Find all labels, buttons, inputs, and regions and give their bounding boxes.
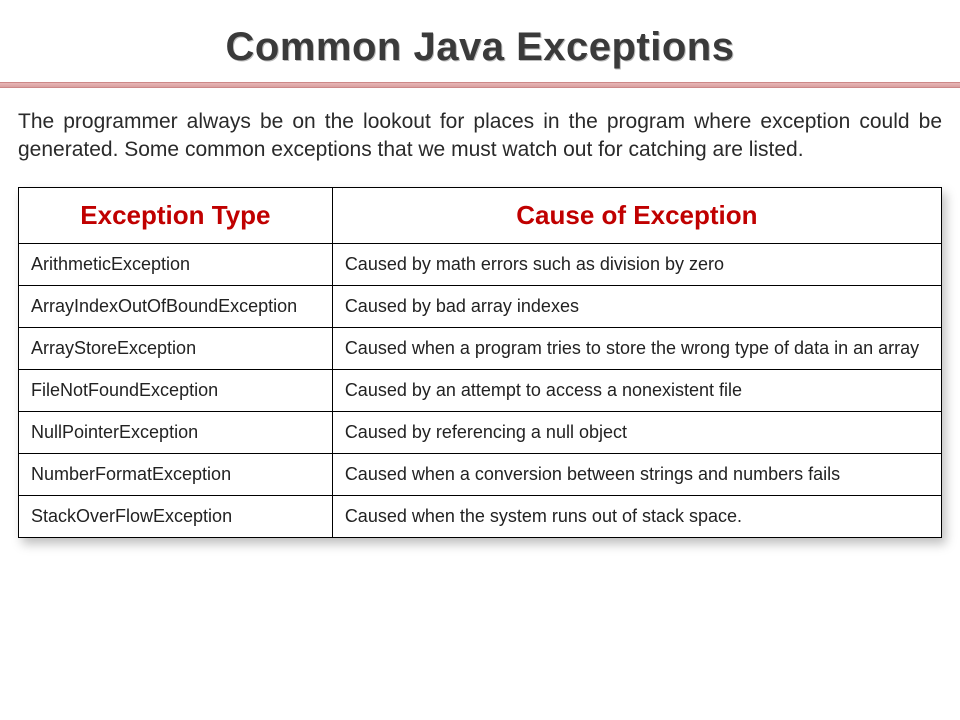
cell-exception-type: NumberFormatException (19, 453, 333, 495)
cell-exception-cause: Caused by referencing a null object (332, 411, 941, 453)
exceptions-table: Exception Type Cause of Exception Arithm… (18, 187, 942, 538)
table-row: ArrayStoreException Caused when a progra… (19, 327, 942, 369)
cell-exception-cause: Caused when a conversion between strings… (332, 453, 941, 495)
table-row: NumberFormatException Caused when a conv… (19, 453, 942, 495)
table-row: ArithmeticException Caused by math error… (19, 243, 942, 285)
table-header-row: Exception Type Cause of Exception (19, 187, 942, 243)
title-divider (0, 82, 960, 88)
table-container: Exception Type Cause of Exception Arithm… (0, 187, 960, 538)
cell-exception-type: FileNotFoundException (19, 369, 333, 411)
table-row: NullPointerException Caused by referenci… (19, 411, 942, 453)
cell-exception-type: ArrayIndexOutOfBoundException (19, 285, 333, 327)
header-exception-type: Exception Type (19, 187, 333, 243)
table-row: ArrayIndexOutOfBoundException Caused by … (19, 285, 942, 327)
cell-exception-type: ArithmeticException (19, 243, 333, 285)
table-row: FileNotFoundException Caused by an attem… (19, 369, 942, 411)
cell-exception-type: ArrayStoreException (19, 327, 333, 369)
cell-exception-type: StackOverFlowException (19, 495, 333, 537)
header-cause: Cause of Exception (332, 187, 941, 243)
cell-exception-type: NullPointerException (19, 411, 333, 453)
intro-paragraph: The programmer always be on the lookout … (0, 108, 960, 187)
cell-exception-cause: Caused when the system runs out of stack… (332, 495, 941, 537)
cell-exception-cause: Caused by bad array indexes (332, 285, 941, 327)
title-container: Common Java Exceptions (0, 0, 960, 82)
cell-exception-cause: Caused when a program tries to store the… (332, 327, 941, 369)
table-row: StackOverFlowException Caused when the s… (19, 495, 942, 537)
cell-exception-cause: Caused by math errors such as division b… (332, 243, 941, 285)
cell-exception-cause: Caused by an attempt to access a nonexis… (332, 369, 941, 411)
page-title: Common Java Exceptions (0, 25, 960, 70)
